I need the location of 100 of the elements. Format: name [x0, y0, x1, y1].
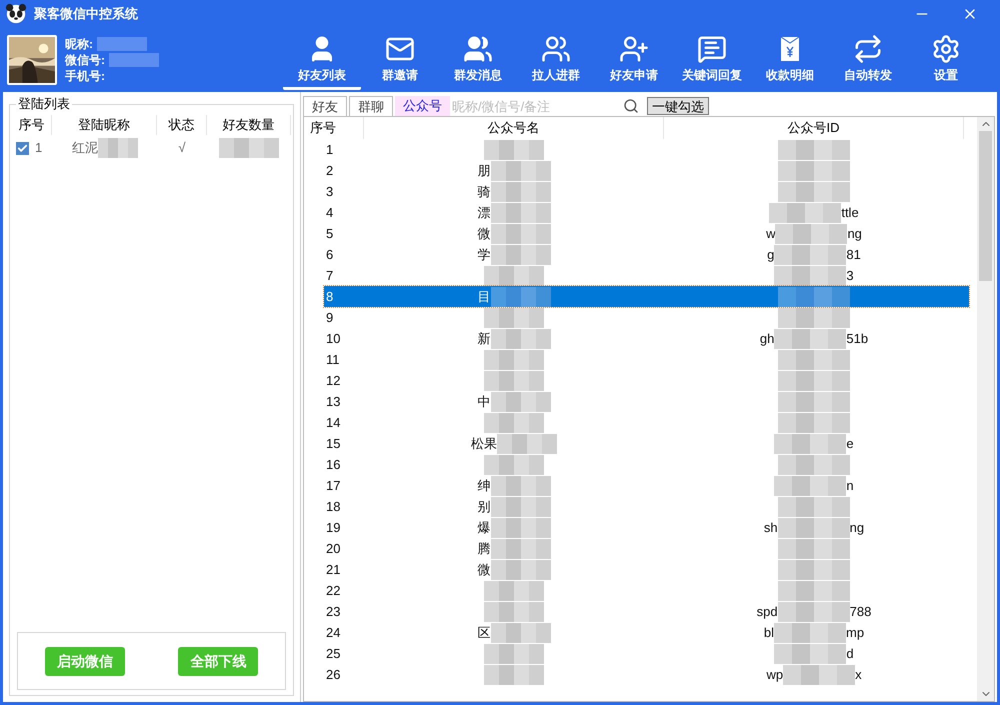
blur-mask: [484, 644, 544, 664]
table-row[interactable]: 26 wp x: [324, 664, 969, 685]
select-all-button[interactable]: 一键勾选: [647, 97, 709, 115]
toolbar-button[interactable]: 拉人进群: [517, 30, 595, 90]
table-cell-text: 微: [478, 224, 490, 243]
blur-mask: [778, 392, 850, 412]
table-cell-text: mp: [846, 624, 864, 642]
table-cell-text: 6: [325, 246, 334, 264]
blur-mask: [778, 160, 850, 180]
tab[interactable]: 公众号: [395, 96, 450, 116]
table-cell-text: 朋: [478, 162, 490, 180]
table-cell-text: 区: [478, 624, 490, 642]
table-cell-text: 51b: [846, 330, 868, 348]
table-cell-text: gh: [760, 330, 774, 348]
table-row[interactable]: 1: [324, 139, 969, 160]
toolbar-button[interactable]: 群邀请: [361, 30, 439, 90]
blur-mask: [490, 518, 550, 538]
table-cell-text: wp: [766, 666, 784, 684]
table-cell-text: 绅: [478, 476, 490, 495]
table-cell-text: 15: [325, 434, 342, 453]
table-row[interactable]: 21 微: [324, 559, 969, 580]
table-row[interactable]: 7 3: [324, 265, 969, 286]
panda-logo-icon: [4, 3, 28, 25]
search-field[interactable]: 昵称/微信号/备注: [452, 96, 622, 116]
table-cell-text: w: [766, 224, 776, 243]
table-row[interactable]: 12: [324, 370, 969, 391]
table-cell-text: 16: [325, 456, 342, 474]
toolbar-button[interactable]: 关键词回复: [673, 30, 751, 90]
blur-mask: [98, 138, 138, 158]
table-row[interactable]: 18 别: [324, 496, 969, 517]
table-cell-text: 22: [325, 582, 342, 600]
table-cell-text: e: [846, 434, 854, 453]
table-row[interactable]: 14: [324, 412, 969, 433]
blur-mask: [778, 182, 850, 202]
toolbar-button[interactable]: 好友申请: [595, 30, 673, 90]
table-row[interactable]: 24 区 bl mp: [324, 622, 969, 643]
blur-mask: [778, 140, 850, 160]
table-row[interactable]: 3 骑: [324, 181, 969, 202]
table-cell-text: ng: [847, 224, 862, 243]
blur-mask: [490, 538, 550, 558]
toolbar-button[interactable]: 设置: [907, 30, 985, 90]
table-cell: √: [178, 140, 186, 156]
table-cell-text: 788: [850, 602, 872, 621]
table-cell-text: 松果: [471, 434, 497, 453]
table-row[interactable]: 20 腾: [324, 538, 969, 559]
table-cell-text: spd: [756, 602, 778, 621]
profile-label: 手机号:: [65, 68, 105, 84]
table-cell-text: n: [846, 476, 854, 495]
table-row[interactable]: 9: [324, 307, 969, 328]
scroll-thumb[interactable]: [979, 131, 992, 281]
toolbar-button[interactable]: 收款明细: [751, 30, 829, 90]
table-cell-text: 25: [325, 644, 342, 663]
table-row[interactable]: 16: [324, 454, 969, 475]
table-cell-text: 12: [325, 372, 342, 390]
table-row[interactable]: 6 学 g 81: [324, 244, 969, 265]
table-row[interactable]: 23 spd 788: [324, 601, 969, 622]
table-row[interactable]: 13 中: [324, 391, 969, 412]
tab[interactable]: 群聊: [349, 96, 393, 116]
table-row[interactable]: 22: [324, 580, 969, 601]
table-row[interactable]: 19 爆 sh ng: [324, 517, 969, 538]
blur-mask: [484, 664, 544, 684]
table-cell-text: 7: [325, 266, 334, 285]
blur-mask: [490, 202, 550, 222]
table-cell-text: 19: [325, 518, 342, 537]
table-cell-text: 目: [478, 288, 490, 306]
group-title: 登陆列表: [16, 96, 72, 112]
toolbar-button[interactable]: 自动转发: [829, 30, 907, 90]
blur-mask: [490, 286, 550, 306]
tab[interactable]: 好友: [303, 96, 347, 116]
table-cell-text: 漂: [478, 204, 490, 222]
column-header: 序号: [304, 117, 364, 139]
people-icon: [461, 34, 495, 64]
table-row[interactable]: 2 朋: [324, 160, 969, 181]
search-icon[interactable]: [623, 98, 639, 114]
checkbox[interactable]: [16, 142, 29, 154]
table-row[interactable]: 15 松果 e: [324, 433, 969, 454]
table-row[interactable]: 11: [324, 349, 969, 370]
blur-mask: [490, 622, 550, 642]
table-cell-text: 9: [325, 308, 334, 327]
table-cell-text: 红泥: [72, 139, 98, 158]
blur-mask: [490, 328, 550, 348]
blur-mask: [490, 560, 550, 580]
table-row[interactable]: 17 绅 n: [324, 475, 969, 496]
toolbar-button[interactable]: 群发消息: [439, 30, 517, 90]
blur-mask: [778, 454, 850, 474]
table-cell-text: 别: [478, 498, 490, 516]
scrollbar[interactable]: [977, 117, 994, 701]
blur-mask: [219, 138, 279, 158]
table-row[interactable]: 4 漂 ttle: [324, 202, 969, 223]
table-row[interactable]: 25 d: [324, 643, 969, 664]
table-row[interactable]: 10 新 gh 51b: [324, 328, 969, 349]
blur-mask: [484, 370, 544, 390]
table-cell-text: 3: [846, 266, 854, 285]
column-header: 公众号名: [364, 117, 664, 139]
blur-mask: [484, 602, 544, 622]
table-row[interactable]: 8 目: [324, 286, 969, 307]
blur-mask: [484, 412, 544, 432]
column-header: 公众号ID: [664, 117, 964, 139]
table-row[interactable]: 5 微 w ng: [324, 223, 969, 244]
table-cell-text: 1: [35, 139, 42, 158]
